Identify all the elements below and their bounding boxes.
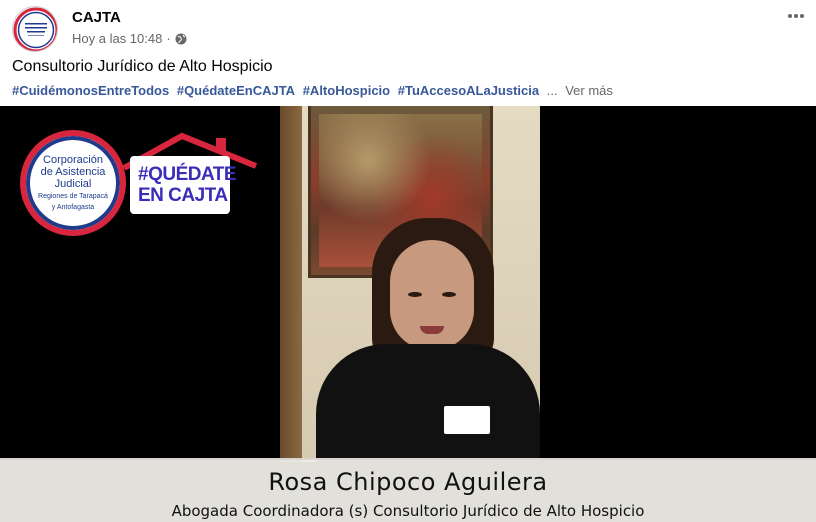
meta-separator: · — [166, 31, 171, 46]
logo-subline: Regiones de Tarapacá — [38, 193, 108, 200]
post-meta: Hoy a las 10:48 · — [72, 31, 187, 46]
globe-icon[interactable] — [175, 33, 187, 45]
speaker-name: Rosa Chipoco Aguilera — [268, 468, 548, 496]
hashtag-link[interactable]: #QuédateEnCAJTA — [177, 83, 295, 98]
background-door — [280, 106, 302, 462]
video-logo-overlay: Corporación de Asistencia Judicial Regio… — [20, 130, 260, 240]
hashtag-link[interactable]: #TuAccesoALaJusticia — [398, 83, 539, 98]
campaign-line: EN CAJTA — [138, 185, 228, 206]
campaign-line: #QUÉDATE — [138, 164, 237, 185]
speaker-eye — [408, 292, 422, 297]
shirt-logo-icon — [444, 406, 490, 434]
hashtag-link[interactable]: #AltoHospicio — [303, 83, 390, 98]
cajta-logo: Corporación de Asistencia Judicial Regio… — [20, 130, 126, 236]
speaker-body — [316, 344, 540, 462]
campaign-house-badge: #QUÉDATE EN CAJTA — [120, 130, 260, 216]
more-options-icon[interactable] — [786, 6, 806, 26]
see-more-link[interactable]: Ver más — [565, 83, 613, 98]
page-name-link[interactable]: CAJTA — [72, 9, 121, 26]
campaign-text-box: #QUÉDATE EN CAJTA — [130, 156, 237, 214]
speaker — [316, 218, 540, 462]
video-player[interactable]: Corporación de Asistencia Judicial Regio… — [0, 106, 816, 522]
speaker-mouth — [420, 326, 444, 334]
avatar-logo-icon — [13, 7, 57, 51]
page-avatar[interactable] — [12, 6, 58, 52]
post-timestamp[interactable]: Hoy a las 10:48 — [72, 31, 162, 46]
post-header: CAJTA Hoy a las 10:48 · Consultorio Jurí… — [0, 0, 816, 106]
hashtag-link[interactable]: #CuidémonosEntreTodos — [12, 83, 169, 98]
lower-third-caption: Rosa Chipoco Aguilera Abogada Coordinado… — [0, 458, 816, 522]
speaker-eye — [442, 292, 456, 297]
logo-line: Judicial — [54, 178, 92, 190]
post-title: Consultorio Jurídico de Alto Hospicio — [12, 58, 273, 75]
video-frame — [280, 106, 540, 462]
speaker-face — [390, 240, 474, 350]
truncation-ellipsis: ... — [546, 83, 558, 98]
speaker-role: Abogada Coordinadora (s) Consultorio Jur… — [171, 502, 645, 520]
hashtag-list: #CuidémonosEntreTodos #QuédateEnCAJTA #A… — [12, 83, 613, 98]
logo-line: Corporación — [43, 154, 103, 166]
logo-subline: y Antofagasta — [51, 204, 95, 211]
logo-line: de Asistencia — [40, 166, 106, 178]
